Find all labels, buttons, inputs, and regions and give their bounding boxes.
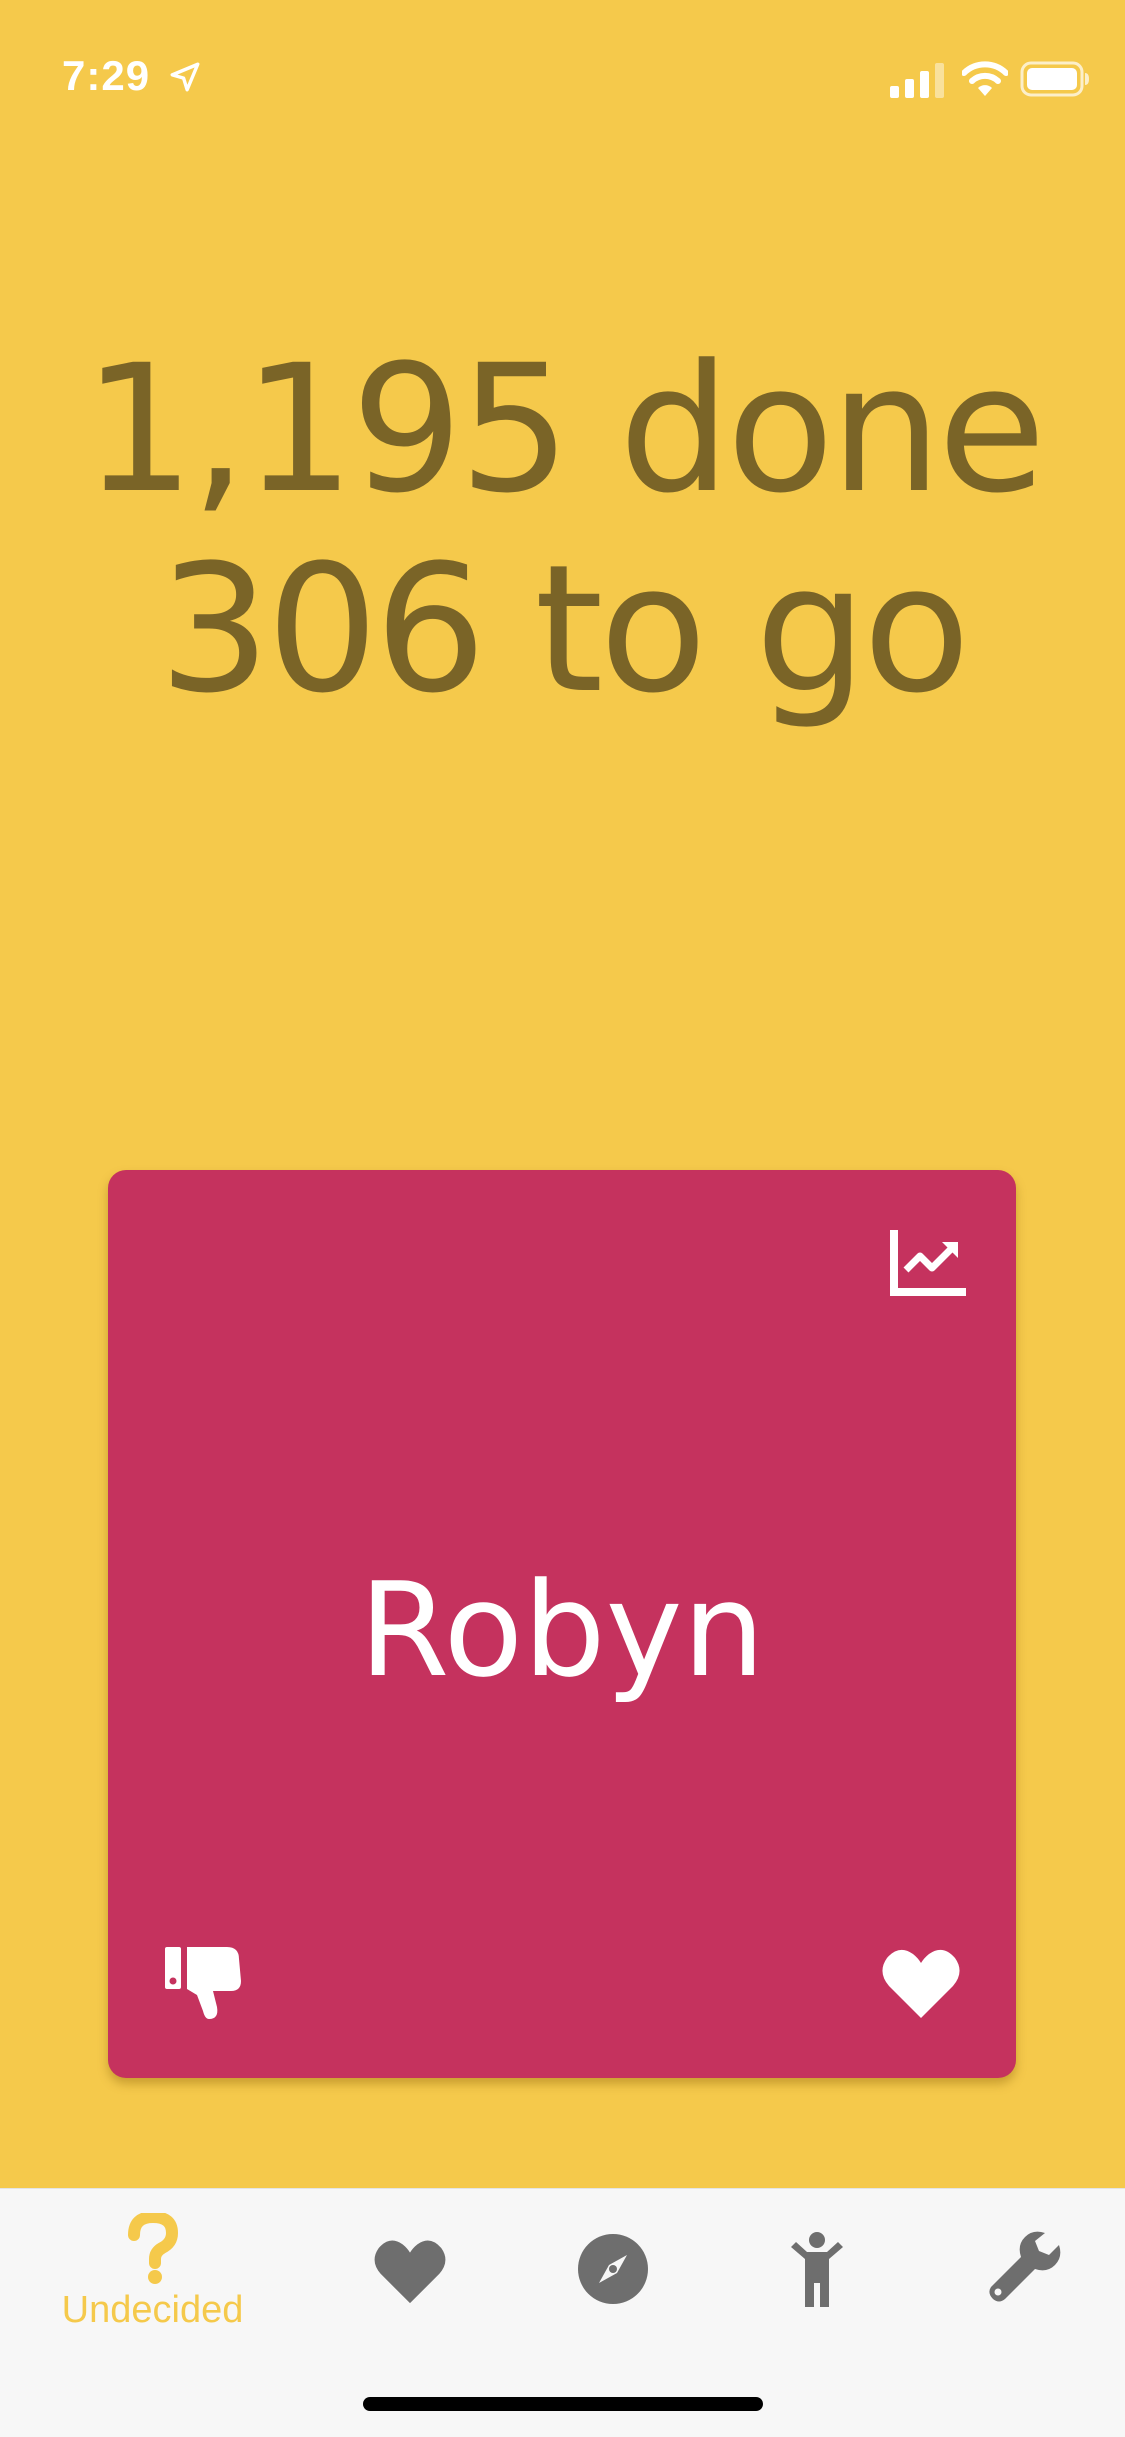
- tab-child[interactable]: [704, 2189, 929, 2369]
- home-indicator: [363, 2397, 763, 2411]
- cellular-signal-icon: [890, 63, 944, 98]
- done-count: 1,195 done: [82, 327, 1046, 532]
- question-mark-icon: [127, 2213, 178, 2284]
- tab-explore[interactable]: [500, 2189, 725, 2369]
- baby-name: Robyn: [359, 1554, 765, 1706]
- heart-icon: [374, 2240, 445, 2304]
- tab-undecided[interactable]: Undecided: [40, 2189, 265, 2369]
- battery-icon: [1020, 61, 1089, 97]
- child-icon: [790, 2232, 843, 2307]
- name-card[interactable]: Robyn: [108, 1170, 1016, 2078]
- wifi-icon: [962, 61, 1008, 96]
- tab-settings[interactable]: [910, 2189, 1125, 2369]
- compass-icon: [577, 2234, 648, 2304]
- to-go-count: 306 to go: [158, 527, 971, 732]
- status-time: 7:29: [62, 52, 151, 99]
- tab-favorites[interactable]: [297, 2189, 522, 2369]
- stats-chart-icon[interactable]: [888, 1230, 966, 1298]
- tab-undecided-label: Undecided: [61, 2289, 244, 2331]
- location-arrow-icon: [170, 62, 200, 92]
- heart-icon[interactable]: [881, 1946, 961, 2020]
- progress-summary: 1,195 done 306 to go: [0, 330, 1125, 730]
- status-bar: 7:29: [0, 0, 1125, 140]
- thumbs-down-icon[interactable]: [163, 1941, 245, 2023]
- wrench-icon: [988, 2231, 1060, 2302]
